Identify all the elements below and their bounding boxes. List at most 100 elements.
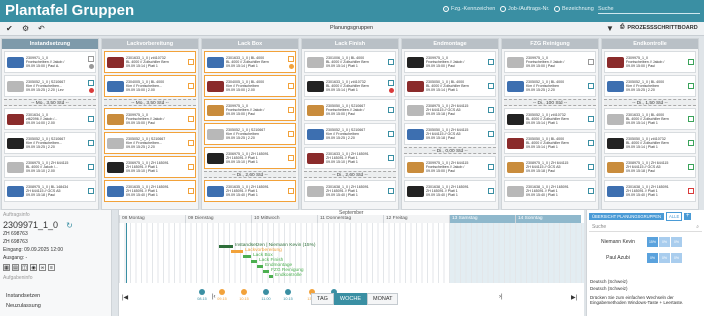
- card-checkbox[interactable]: [588, 83, 594, 89]
- history-icon[interactable]: ↶: [38, 24, 45, 33]
- radio-bezeichnung[interactable]: Bezeichnung: [554, 6, 594, 12]
- job-card[interactable]: 2309975_1_0 Frontscheiben // Jakob /09.09…: [504, 51, 596, 73]
- card-checkbox[interactable]: [488, 83, 494, 89]
- resource-row[interactable]: Paul Azubi 0% 0% 0%: [587, 252, 704, 264]
- column-header[interactable]: Instandsetzung: [2, 39, 98, 49]
- task-item[interactable]: Instandsetzen: [0, 291, 111, 301]
- card-checkbox[interactable]: [188, 164, 194, 170]
- card-checkbox[interactable]: [588, 59, 594, 65]
- card-checkbox[interactable]: [388, 131, 394, 137]
- link-icon[interactable]: ∞: [39, 264, 46, 271]
- view-woche-button[interactable]: WOCHE: [333, 293, 367, 305]
- card-checkbox[interactable]: [288, 107, 294, 113]
- milestone-pin-icon[interactable]: [241, 289, 247, 295]
- job-card[interactable]: 2309975_1_0 Frontscheiben // Jakob /09.09…: [404, 51, 496, 73]
- radio-kennzeichen[interactable]: Fzg.-Kennzeichen: [443, 6, 495, 12]
- column-header[interactable]: Lack Box: [202, 39, 298, 49]
- job-card[interactable]: 2301633_1_0 | ZH 165091 ZH 165091 // Plat…: [304, 147, 396, 169]
- gantt-bar[interactable]: [257, 265, 263, 268]
- column-header[interactable]: FZG Reinigung: [502, 39, 598, 49]
- settings-icon[interactable]: ⚙: [22, 24, 29, 33]
- card-checkbox[interactable]: [588, 140, 594, 146]
- job-card[interactable]: 2301638_1_0 | ZH 165091 ZH 165091 // Plat…: [504, 180, 596, 202]
- milestone-pin-icon[interactable]: [199, 289, 205, 295]
- card-checkbox[interactable]: [488, 131, 494, 137]
- refresh-icon[interactable]: ↻: [66, 221, 73, 230]
- card-checkbox[interactable]: [488, 164, 494, 170]
- job-card[interactable]: 2305052_1_0 | BL 4000 Kim // Frontscheibe…: [504, 75, 596, 97]
- check-icon[interactable]: ✔: [6, 24, 13, 33]
- job-card[interactable]: 2301633_1_0 | BL 4000 BL 4000 // Zollschi…: [604, 108, 696, 130]
- view-tag-button[interactable]: TAG: [311, 293, 334, 305]
- card-checkbox[interactable]: [488, 107, 494, 113]
- card-checkbox[interactable]: [488, 59, 494, 65]
- card-checkbox[interactable]: [88, 116, 94, 122]
- gantt-bar[interactable]: [231, 250, 243, 253]
- job-card[interactable]: 2305050_1_0 | zt410732 BL 4000 // Zollsch…: [604, 132, 696, 154]
- job-card[interactable]: 2301638_1_0 | ZH 165091 ZH 165091 // Plat…: [304, 180, 396, 202]
- job-card[interactable]: 2308975_1_0 | ZH 644115 ZH 644115 // GCS …: [504, 156, 596, 178]
- radio-auftrags-nr[interactable]: Job-/Auftrags-Nr.: [500, 6, 550, 12]
- resource-search-input[interactable]: Suche ⌕: [589, 223, 702, 232]
- column-header[interactable]: Endmontage: [402, 39, 498, 49]
- job-card[interactable]: 2301633_1_0 | zt410732 BL 4000 // Zollsch…: [304, 75, 396, 97]
- milestone-pin-icon[interactable]: [219, 289, 225, 295]
- card-checkbox[interactable]: [88, 140, 94, 146]
- job-card[interactable]: 2305050_1_0 | S210667 Frontscheiben // Ja…: [304, 99, 396, 121]
- prev-page-icon[interactable]: |‹: [212, 294, 216, 300]
- milestone-pin-icon[interactable]: [263, 289, 269, 295]
- card-checkbox[interactable]: [388, 79, 394, 86]
- card-checkbox[interactable]: [688, 83, 694, 89]
- job-card[interactable]: 2309975_1_0 Frontscheiben // Jakob /09.09…: [604, 51, 696, 73]
- all-button[interactable]: ALLE: [666, 212, 683, 221]
- job-card[interactable]: 2309975_1_0 Frontscheiben // Jakob /09.09…: [104, 108, 196, 130]
- card-checkbox[interactable]: [588, 188, 594, 194]
- job-card[interactable]: 2305052_1_0 | S210667 Kim // Frontscheibe…: [4, 132, 96, 154]
- card-checkbox[interactable]: [188, 59, 194, 65]
- card-checkbox[interactable]: [588, 164, 594, 170]
- milestone-pin-icon[interactable]: [285, 289, 291, 295]
- overview-tab[interactable]: ÜBERSICHT PLANUNGSGRUPPEN: [589, 213, 665, 220]
- card-checkbox[interactable]: [688, 140, 694, 146]
- job-card[interactable]: 2301633_1_0 | BL 4000 BL 4000 // Zollschi…: [204, 51, 296, 73]
- next-page-icon[interactable]: ›|: [499, 294, 503, 300]
- job-card[interactable]: 2308975_1_0 | ZH 644115 ZH 644115 // GCS …: [604, 156, 696, 178]
- card-checkbox[interactable]: [688, 59, 694, 65]
- gantt-bar[interactable]: [263, 270, 269, 273]
- job-card[interactable]: 2305052_1_0 | BL 4000 Kim // Frontscheibe…: [604, 75, 696, 97]
- card-checkbox[interactable]: [88, 79, 94, 86]
- job-card[interactable]: 2305050_1_0 | BL 4000 BL 4000 // Zollschi…: [404, 75, 496, 97]
- card-checkbox[interactable]: [288, 131, 294, 137]
- job-card[interactable]: 2309975_1_0 Frontscheiben // Jakob /09.09…: [204, 99, 296, 121]
- job-card[interactable]: 2304005_1_0 | BL 4000 Kim // Frontscheibe…: [104, 75, 196, 97]
- gantt-bar[interactable]: [243, 255, 251, 258]
- search-input[interactable]: Suche: [598, 6, 614, 12]
- view-monat-button[interactable]: MONAT: [367, 293, 399, 305]
- gantt-bar[interactable]: [269, 275, 273, 278]
- card-checkbox[interactable]: [388, 107, 394, 113]
- card-checkbox[interactable]: [388, 59, 394, 65]
- process-board-button[interactable]: ⎙ PROZESSSCHRITTBOARD: [620, 24, 698, 31]
- calendar-icon[interactable]: ▦: [3, 264, 10, 271]
- job-card[interactable]: 2306975_1_0 | ZH 165091 ZH 165091 // Plat…: [104, 156, 196, 178]
- job-card[interactable]: 2305050_1_0 | ZH 644115 ZH 644115 // GCS …: [404, 123, 496, 145]
- card-checkbox[interactable]: [188, 83, 194, 89]
- filter-icon[interactable]: ▼: [606, 24, 614, 33]
- job-card[interactable]: 2305052_1_0 | S210667 Kim // Frontscheibe…: [304, 123, 396, 145]
- card-checkbox[interactable]: [588, 116, 594, 122]
- job-card[interactable]: 2306975_1_0 | ZH 165091 ZH 165091 // Plat…: [204, 147, 296, 169]
- card-checkbox[interactable]: [88, 188, 94, 194]
- card-checkbox[interactable]: [288, 188, 294, 194]
- card-checkbox[interactable]: [288, 83, 294, 89]
- task-item[interactable]: Neuzulassung: [0, 301, 111, 311]
- job-card[interactable]: 2301638_1_0 | ZH 165091 ZH 165091 // Plat…: [604, 180, 696, 202]
- card-checkbox[interactable]: [88, 164, 94, 170]
- job-card[interactable]: 2308975_1_0 | BL 148434 ZH 644115 // GCS …: [4, 180, 96, 202]
- resource-row[interactable]: Niemann Kevin 15% 0% 0%: [587, 236, 704, 248]
- card-checkbox[interactable]: [88, 55, 94, 62]
- document-icon[interactable]: ▤: [12, 264, 19, 271]
- add-icon[interactable]: +: [684, 213, 692, 220]
- job-card[interactable]: 2304005_1_0 | BL 4000 Kim // Frontscheibe…: [204, 75, 296, 97]
- card-checkbox[interactable]: [288, 55, 294, 62]
- card-checkbox[interactable]: [288, 155, 294, 161]
